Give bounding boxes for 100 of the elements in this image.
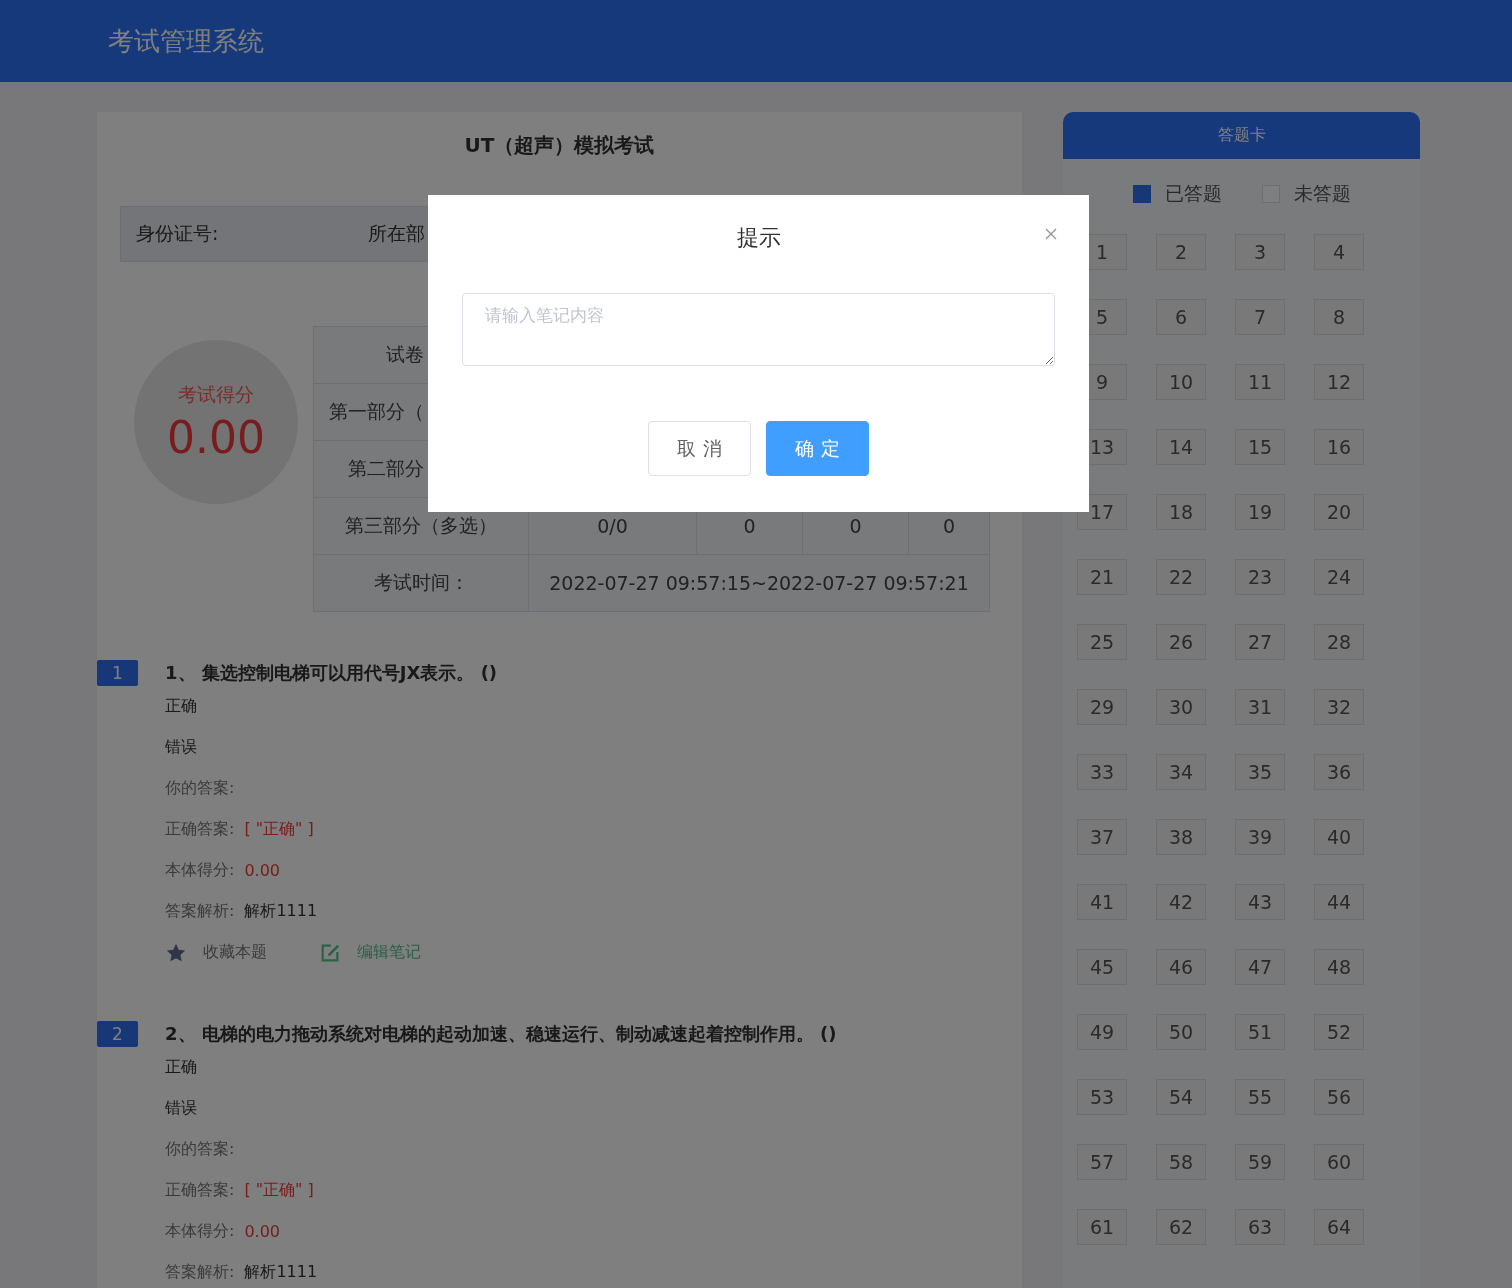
correct-answer-label: 正确答案: bbox=[165, 1180, 235, 1201]
close-icon[interactable] bbox=[1044, 227, 1058, 241]
question-nav-button[interactable]: 32 bbox=[1314, 689, 1364, 725]
question-nav-button[interactable]: 4 bbox=[1314, 234, 1364, 270]
analysis-label: 答案解析: bbox=[165, 1262, 235, 1283]
question-nav-button[interactable]: 12 bbox=[1314, 364, 1364, 400]
confirm-button[interactable]: 确 定 bbox=[766, 421, 869, 476]
cancel-button[interactable]: 取 消 bbox=[648, 421, 751, 476]
question-nav-button[interactable]: 11 bbox=[1235, 364, 1285, 400]
question-nav-button[interactable]: 58 bbox=[1156, 1144, 1206, 1180]
favorite-link[interactable]: 收藏本题 bbox=[203, 942, 267, 963]
question-nav-button[interactable]: 2 bbox=[1156, 234, 1206, 270]
question-nav-button[interactable]: 56 bbox=[1314, 1079, 1364, 1115]
question-nav-button[interactable]: 60 bbox=[1314, 1144, 1364, 1180]
edit-note-link[interactable]: 编辑笔记 bbox=[357, 942, 421, 963]
question-nav-button[interactable]: 35 bbox=[1235, 754, 1285, 790]
correct-answer-label: 正确答案: bbox=[165, 819, 235, 840]
question-nav-button[interactable]: 45 bbox=[1077, 949, 1127, 985]
question-text: 2、 电梯的电力拖动系统对电梯的起动加速、稳速运行、制动减速起着控制作用。 () bbox=[165, 1022, 837, 1046]
question-nav-button[interactable]: 20 bbox=[1314, 494, 1364, 530]
question-nav-button[interactable]: 43 bbox=[1235, 884, 1285, 920]
table-cell-text: 0 bbox=[941, 514, 957, 539]
question-number: 2 bbox=[97, 1021, 138, 1047]
question-nav-button[interactable]: 31 bbox=[1235, 689, 1285, 725]
question-nav-button[interactable]: 24 bbox=[1314, 559, 1364, 595]
question-nav-button[interactable]: 62 bbox=[1156, 1209, 1206, 1245]
app-title: 考试管理系统 bbox=[108, 24, 264, 58]
question-nav-button[interactable]: 3 bbox=[1235, 234, 1285, 270]
correct-answer: [ "正确" ] bbox=[244, 819, 314, 840]
question-nav-button[interactable]: 53 bbox=[1077, 1079, 1127, 1115]
score-label: 考试得分 bbox=[178, 381, 254, 407]
answer-option[interactable]: 错误 bbox=[165, 1088, 1022, 1129]
question-nav-button[interactable]: 14 bbox=[1156, 429, 1206, 465]
question-nav-button[interactable]: 28 bbox=[1314, 624, 1364, 660]
question-nav-button[interactable]: 41 bbox=[1077, 884, 1127, 920]
legend-label: 未答题 bbox=[1293, 181, 1351, 206]
question-nav-button[interactable]: 38 bbox=[1156, 819, 1206, 855]
question-nav-button[interactable]: 42 bbox=[1156, 884, 1206, 920]
question-nav-button[interactable]: 49 bbox=[1077, 1014, 1127, 1050]
question-score-label: 本体得分: bbox=[165, 1221, 235, 1242]
dialog-title: 提示 bbox=[736, 224, 781, 252]
question-nav-button[interactable]: 26 bbox=[1156, 624, 1206, 660]
table-cell: 考试时间： bbox=[314, 555, 529, 611]
exam-title: UT（超声）模拟考试 bbox=[463, 132, 656, 159]
question-nav-button[interactable]: 7 bbox=[1235, 299, 1285, 335]
question-nav-button[interactable]: 15 bbox=[1235, 429, 1285, 465]
question-nav-button[interactable]: 63 bbox=[1235, 1209, 1285, 1245]
question-nav-button[interactable]: 29 bbox=[1077, 689, 1127, 725]
info-label: 身份证号: bbox=[136, 221, 220, 246]
question-nav-button[interactable]: 27 bbox=[1235, 624, 1285, 660]
analysis-text: 解析1111 bbox=[244, 1262, 318, 1283]
question-nav-button[interactable]: 33 bbox=[1077, 754, 1127, 790]
question-nav-button[interactable]: 57 bbox=[1077, 1144, 1127, 1180]
table-cell-text: 2022-07-27 09:57:15~2022-07-27 09:57:21 bbox=[548, 571, 970, 596]
question-nav-button[interactable]: 16 bbox=[1314, 429, 1364, 465]
answer-option[interactable]: 正确 bbox=[165, 686, 1022, 727]
question-score-label: 本体得分: bbox=[165, 860, 235, 881]
question-nav-button[interactable]: 50 bbox=[1156, 1014, 1206, 1050]
question-nav-button[interactable]: 25 bbox=[1077, 624, 1127, 660]
question-nav-button[interactable]: 48 bbox=[1314, 949, 1364, 985]
question-nav-button[interactable]: 55 bbox=[1235, 1079, 1285, 1115]
question-nav-button[interactable]: 59 bbox=[1235, 1144, 1285, 1180]
question-nav-button[interactable]: 6 bbox=[1156, 299, 1206, 335]
card-title: 答题卡 bbox=[1063, 112, 1420, 159]
question-nav-button[interactable]: 23 bbox=[1235, 559, 1285, 595]
question-text: 1、 集选控制电梯可以用代号JX表示。 () bbox=[165, 661, 498, 685]
analysis-label: 答案解析: bbox=[165, 901, 235, 922]
answer-option[interactable]: 正确 bbox=[165, 1047, 1022, 1088]
your-answer-label: 你的答案: bbox=[165, 1139, 235, 1160]
question-nav-button[interactable]: 39 bbox=[1235, 819, 1285, 855]
question-nav-button[interactable]: 37 bbox=[1077, 819, 1127, 855]
question-nav-button[interactable]: 61 bbox=[1077, 1209, 1127, 1245]
question-score: 0.00 bbox=[244, 861, 280, 880]
analysis-text: 解析1111 bbox=[244, 901, 318, 922]
your-answer-label: 你的答案: bbox=[165, 778, 235, 799]
info-label: 所在部 bbox=[368, 221, 426, 246]
question-nav-button[interactable]: 8 bbox=[1314, 299, 1364, 335]
question-nav-button[interactable]: 40 bbox=[1314, 819, 1364, 855]
question-nav-button[interactable]: 64 bbox=[1314, 1209, 1364, 1245]
question-nav-button[interactable]: 54 bbox=[1156, 1079, 1206, 1115]
question-nav-button[interactable]: 44 bbox=[1314, 884, 1364, 920]
question-nav-button[interactable]: 30 bbox=[1156, 689, 1206, 725]
legend-label: 已答题 bbox=[1164, 181, 1222, 206]
note-input[interactable]: 请输入笔记内容 bbox=[462, 293, 1055, 366]
correct-answer: [ "正确" ] bbox=[244, 1180, 314, 1201]
score-value: 0.00 bbox=[167, 411, 265, 463]
question-nav-button[interactable]: 19 bbox=[1235, 494, 1285, 530]
question-score: 0.00 bbox=[244, 1222, 280, 1241]
question-nav-button[interactable]: 21 bbox=[1077, 559, 1127, 595]
question-number: 1 bbox=[97, 660, 138, 686]
question-nav-button[interactable]: 22 bbox=[1156, 559, 1206, 595]
answer-option[interactable]: 错误 bbox=[165, 727, 1022, 768]
question-nav-button[interactable]: 47 bbox=[1235, 949, 1285, 985]
question-nav-button[interactable]: 46 bbox=[1156, 949, 1206, 985]
question-nav-button[interactable]: 52 bbox=[1314, 1014, 1364, 1050]
question-nav-button[interactable]: 51 bbox=[1235, 1014, 1285, 1050]
question-nav-button[interactable]: 36 bbox=[1314, 754, 1364, 790]
question-nav-button[interactable]: 18 bbox=[1156, 494, 1206, 530]
question-nav-button[interactable]: 10 bbox=[1156, 364, 1206, 400]
question-nav-button[interactable]: 34 bbox=[1156, 754, 1206, 790]
